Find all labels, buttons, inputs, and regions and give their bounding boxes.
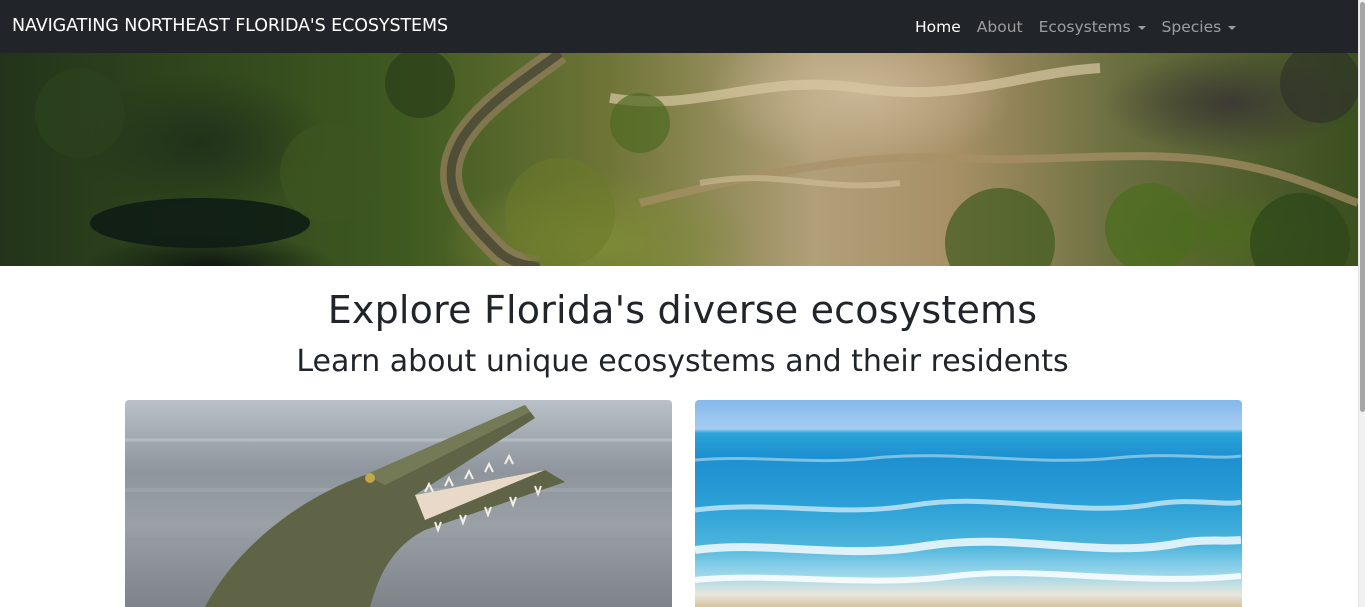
scrollbar-thumb[interactable] (1360, 2, 1365, 412)
card-image-ocean[interactable] (695, 400, 1242, 607)
hero-banner-image (0, 53, 1358, 266)
nav-ecosystems-label: Ecosystems (1038, 17, 1131, 36)
page-scrollbar[interactable] (1358, 0, 1365, 607)
page-title: Explore Florida's diverse ecosystems (327, 288, 1038, 332)
top-navbar: NAVIGATING NORTHEAST FLORIDA'S ECOSYSTEM… (0, 0, 1358, 53)
hero-image-art (35, 53, 1358, 266)
caret-down-icon (1137, 25, 1146, 30)
nav-links: Home About Ecosystems Species (915, 0, 1252, 53)
nav-about-link[interactable]: About (977, 18, 1023, 36)
card-image-crocodile[interactable] (125, 400, 672, 607)
crocodile-image-art (125, 405, 672, 607)
page-subtitle: Learn about unique ecosystems and their … (296, 344, 1069, 379)
nav-species-dropdown[interactable]: Species (1162, 18, 1237, 36)
ocean-image-art (695, 454, 1241, 584)
nav-ecosystems-dropdown[interactable]: Ecosystems (1039, 18, 1146, 36)
caret-down-icon (1228, 25, 1237, 30)
nav-species-label: Species (1161, 17, 1222, 36)
nav-home-label: Home (915, 17, 961, 36)
brand-link[interactable]: NAVIGATING NORTHEAST FLORIDA'S ECOSYSTEM… (12, 0, 448, 53)
nav-home-link[interactable]: Home (915, 18, 961, 36)
nav-about-label: About (976, 17, 1023, 36)
